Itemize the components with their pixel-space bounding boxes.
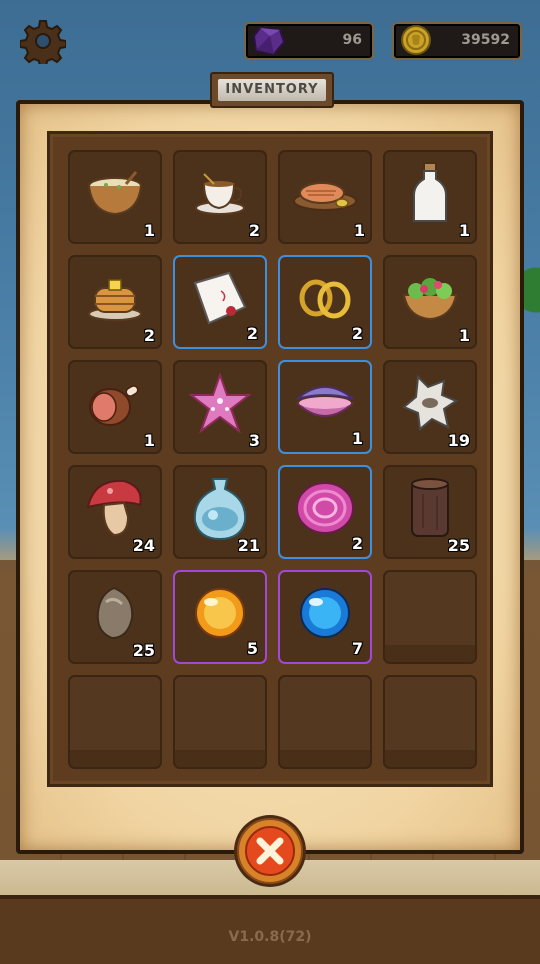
milk-bottle-icon: [413, 162, 447, 223]
gem-counter[interactable]: 96: [244, 22, 374, 60]
inventory-slot[interactable]: 3: [173, 360, 267, 454]
pink-shell-icon: [296, 482, 354, 535]
item-count: 5: [246, 639, 258, 658]
animal-hide-icon: [402, 375, 459, 432]
item-count: 1: [458, 326, 470, 345]
inventory-grid: 1 2 1 1 2 2 2 1 1 3 1 19 24 21 2 25 25 5…: [53, 137, 487, 781]
inventory-slot[interactable]: 2: [173, 255, 267, 349]
wood-log-icon: [411, 478, 449, 538]
inventory-slot[interactable]: 1: [278, 150, 372, 244]
item-count: 1: [143, 221, 155, 240]
inventory-slot[interactable]: 25: [68, 570, 162, 664]
inventory-slot[interactable]: 1: [68, 150, 162, 244]
empty-inventory-slot[interactable]: [278, 675, 372, 769]
inventory-slot[interactable]: 1: [383, 255, 477, 349]
inventory-slot[interactable]: 2: [278, 255, 372, 349]
item-count: 1: [351, 429, 363, 448]
item-count: 2: [351, 534, 363, 553]
ham-leg-icon: [89, 385, 139, 427]
inventory-slot[interactable]: 2: [68, 255, 162, 349]
red-mushroom-icon: [86, 480, 142, 537]
item-count: 7: [351, 639, 363, 658]
item-count: 24: [132, 536, 155, 555]
inventory-grid-frame: 1 2 1 1 2 2 2 1 1 3 1 19 24 21 2 25 25 5…: [47, 131, 493, 787]
gold-earrings-icon: [299, 279, 351, 319]
water-pouch-icon: [193, 478, 247, 541]
item-count: 25: [132, 641, 155, 660]
pancakes-icon: [88, 279, 142, 322]
item-count: 19: [447, 431, 470, 450]
version-label: V1.0.8(72): [228, 929, 312, 945]
item-count: 1: [353, 221, 365, 240]
inventory-slot[interactable]: 19: [383, 360, 477, 454]
inventory-slot[interactable]: 2: [278, 465, 372, 559]
inventory-slot[interactable]: 25: [383, 465, 477, 559]
item-count: 2: [248, 221, 260, 240]
inventory-slot[interactable]: 2: [173, 150, 267, 244]
inventory-slot[interactable]: 1: [68, 360, 162, 454]
item-count: 2: [246, 324, 258, 343]
close-button[interactable]: [232, 813, 308, 889]
grilled-fish-icon: [293, 182, 357, 212]
close-icon: [234, 815, 306, 887]
empty-inventory-slot[interactable]: [383, 570, 477, 664]
inventory-title: INVENTORY: [225, 82, 319, 97]
salad-bowl-icon: [402, 278, 458, 321]
gold-coin-icon: [401, 25, 431, 55]
item-count: 21: [237, 536, 260, 555]
empty-inventory-slot[interactable]: [68, 675, 162, 769]
blue-orb-icon: [300, 588, 350, 639]
item-count: 25: [447, 536, 470, 555]
handkerchief-icon: [193, 272, 247, 325]
pink-clam-icon: [296, 386, 354, 418]
empty-inventory-slot[interactable]: [173, 675, 267, 769]
item-count: 1: [143, 431, 155, 450]
inventory-slot[interactable]: 24: [68, 465, 162, 559]
orange-orb-icon: [195, 588, 245, 639]
stone-icon: [96, 587, 134, 640]
item-count: 2: [143, 326, 155, 345]
gem-count: 96: [342, 32, 362, 48]
inventory-slot[interactable]: 5: [173, 570, 267, 664]
inventory-title-tab: INVENTORY: [210, 72, 334, 108]
gear-icon: [19, 20, 67, 68]
empty-inventory-slot[interactable]: [383, 675, 477, 769]
title-plate: INVENTORY: [218, 79, 326, 101]
inventory-slot[interactable]: 1: [278, 360, 372, 454]
settings-gear-button[interactable]: [19, 18, 67, 68]
inventory-slot[interactable]: 1: [383, 150, 477, 244]
coin-count: 39592: [461, 32, 510, 48]
soup-bowl-icon: [88, 171, 142, 216]
item-count: 1: [458, 221, 470, 240]
item-count: 2: [351, 324, 363, 343]
tea-cup-icon: [195, 173, 245, 216]
pink-starfish-icon: [189, 373, 251, 434]
inventory-slot[interactable]: 7: [278, 570, 372, 664]
inventory-slot[interactable]: 21: [173, 465, 267, 559]
coin-counter[interactable]: 39592: [392, 22, 522, 60]
purple-gem-icon: [252, 26, 286, 56]
item-count: 3: [248, 431, 260, 450]
